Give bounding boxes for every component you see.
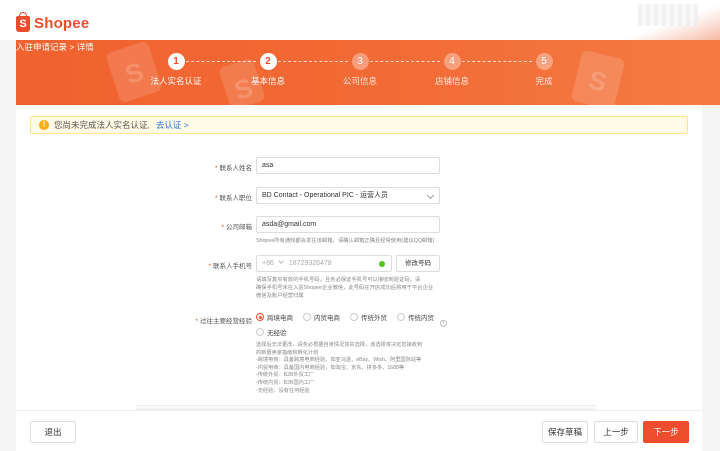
experience-label: * 过往主要经营经验 [195,318,252,325]
step-label: 基本信息 [250,76,285,86]
radio-traditional-export[interactable]: 传统外贸 [350,311,387,323]
step-number: 4 [443,53,461,70]
notice-text: 您尚未完成法人实名认证, [54,120,150,130]
radio-indicator [256,313,264,321]
radio-indicator [397,313,405,321]
next-step-button[interactable]: 下一步 [643,421,689,443]
step-label: 法人实名认证 [150,76,202,86]
step-number: 5 [535,53,553,70]
contact-name-label: * 联系人姓名 [214,165,252,172]
exit-button[interactable]: 退出 [30,421,76,443]
email-hint: Shopee所有通知都会发往该邮箱，请确认邮箱正确且经常使用(建议QQ邮箱) [256,238,435,244]
radio-indicator [350,313,358,321]
experience-description: 选择后无法更改，请务必根据自身情况如实选择，该选择将决定您接收到 的新晋卖家指南… [256,342,423,394]
step-number: 3 [351,53,369,70]
step-number: 2 [259,53,277,70]
step-4: 4 店铺信息 [412,53,492,87]
phone-input[interactable]: +86 18729326478 [256,255,392,272]
phone-hint: 请填写真实有效的手机号码，且务必保证手机号可以接收到验证码；请 确保手机号未在入… [256,277,434,299]
page: S Shopee 入驻申请记录 > 详情 1 法人实名认证 2 基本信息 3 [0,0,720,451]
verification-notice: ! 您尚未完成法人实名认证, 去认证 > [30,116,688,134]
radio-no-experience[interactable]: 无经验 [256,326,287,338]
chevron-down-icon [426,191,435,200]
contact-phone-label: * 联系人手机号 [208,263,252,270]
info-icon[interactable]: i [440,320,447,327]
radio-traditional-domestic[interactable]: 传统内贸 [397,311,434,323]
company-email-label: * 公司邮箱 [221,224,252,231]
corner-grid-decoration [638,4,698,26]
step-banner: 入驻申请记录 > 详情 1 法人实名认证 2 基本信息 3 公司信息 4 店铺信… [16,40,720,105]
step-2: 2 基本信息 [228,53,308,87]
step-label: 完成 [535,76,553,86]
step-label: 店铺信息 [434,76,469,86]
step-5: 5 完成 [504,53,584,87]
chevron-down-icon [278,258,284,264]
step-label: 公司信息 [342,76,377,86]
form-card: ! 您尚未完成法人实名认证, 去认证 > * 联系人姓名 asa * 联系人职位 B… [16,105,702,410]
shopee-bag-icon: S [16,11,30,32]
shopee-logo[interactable]: S Shopee [16,11,90,32]
contact-position-select[interactable]: BD Contact - Operational PIC - 运营人员 [256,187,440,204]
radio-indicator [303,313,311,321]
edit-phone-button[interactable]: 修改号码 [396,255,440,272]
country-code[interactable]: +86 [262,260,274,267]
save-draft-button[interactable]: 保存草稿 [542,421,588,443]
previous-step-button[interactable]: 上一步 [594,421,638,443]
go-verify-link[interactable]: 去认证 > [156,119,189,131]
contact-name-input[interactable]: asa [256,157,440,174]
top-bar: S Shopee [0,0,720,40]
footer-bar: 退出 保存草稿 上一步 下一步 [16,410,702,451]
step-number: 1 [167,53,185,70]
radio-cross-border[interactable]: 跨境电商 [256,311,293,323]
step-1: 1 法人实名认证 [136,53,216,87]
progress-steps: 1 法人实名认证 2 基本信息 3 公司信息 4 店铺信息 5 完成 [16,40,720,105]
contact-position-label: * 联系人职位 [214,195,252,202]
warning-icon: ! [39,120,49,130]
brand-name: Shopee [34,15,90,32]
verified-check-icon [379,261,385,267]
radio-indicator [256,328,264,336]
step-3: 3 公司信息 [320,53,400,87]
company-email-input[interactable]: asda@gmail.com [256,216,440,233]
radio-domestic-ecommerce[interactable]: 内贸电商 [303,311,340,323]
